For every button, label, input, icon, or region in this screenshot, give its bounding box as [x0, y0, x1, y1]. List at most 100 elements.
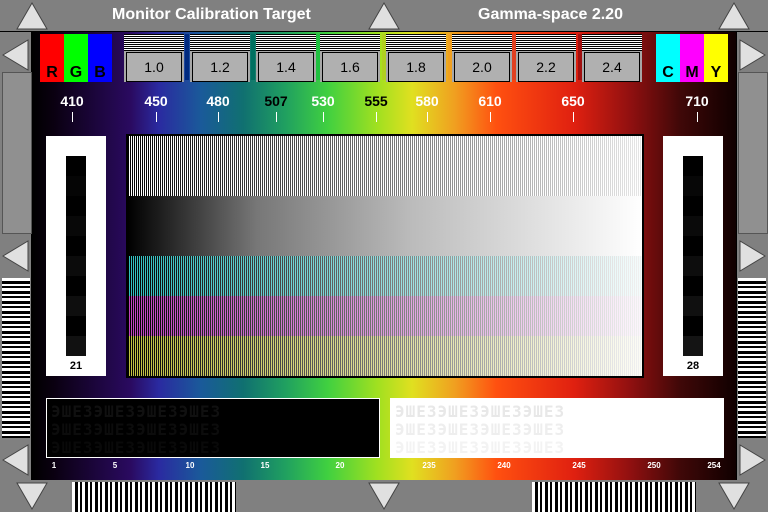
triangle-right-center — [739, 240, 766, 272]
wavelength-507: 507 — [264, 93, 288, 109]
gamma-box-2-0: 2.0 — [452, 34, 512, 82]
wavelength-tick — [376, 112, 377, 122]
dark-scale-label: 5 — [112, 461, 118, 470]
dark-scale-label: 15 — [260, 461, 270, 470]
gamma-tick — [512, 34, 516, 80]
gamma-space-label: Gamma-space 2.20 — [478, 6, 623, 23]
triangle-top-center — [368, 1, 400, 30]
triangle-left-lower — [2, 444, 29, 476]
wavelength-tick — [218, 112, 219, 122]
bottom-left-resolution-stripes — [72, 482, 236, 512]
light-scale-label: 245 — [572, 461, 586, 470]
gamma-box-1-2: 1.2 — [190, 34, 250, 82]
triangle-left-center — [2, 240, 29, 272]
light-scale-label: 254 — [707, 461, 721, 470]
light-glyph-row-2: ЭШЕЗ ЭШЕЗ ЭШЕЗ ЭШЕЗ — [395, 420, 566, 439]
wavelength-450: 450 — [144, 93, 168, 109]
left-dark-steps — [66, 156, 86, 356]
swatch-yellow-label: Y — [710, 64, 722, 81]
triangle-top-right — [718, 1, 750, 30]
left-panel-label: 21 — [69, 360, 83, 372]
gamma-tick — [578, 34, 582, 80]
gamma-box-1-8: 1.8 — [386, 34, 446, 82]
wavelength-610: 610 — [478, 93, 502, 109]
light-scale-label: 235 — [422, 461, 436, 470]
right-grey-block — [738, 72, 768, 234]
swatch-blue-label: B — [94, 64, 106, 81]
wavelength-tick — [276, 112, 277, 122]
gamma-tick — [251, 34, 255, 80]
wavelength-555: 555 — [364, 93, 388, 109]
gamma-label: 1.2 — [192, 52, 248, 82]
strip-bw-lines — [128, 136, 642, 196]
wavelength-tick — [156, 112, 157, 122]
swatch-green-label: G — [69, 64, 83, 81]
gamma-stripes — [320, 34, 380, 51]
wavelength-tick — [323, 112, 324, 122]
gamma-tick — [185, 34, 189, 80]
wavelength-580: 580 — [415, 93, 439, 109]
gamma-box-2-2: 2.2 — [516, 34, 576, 82]
triangle-bottom-left — [16, 482, 48, 511]
triangle-left-upper — [2, 39, 29, 71]
triangle-bottom-right — [718, 482, 750, 511]
swatch-red: R — [40, 34, 64, 82]
right-dark-steps — [683, 156, 703, 356]
triangle-top-left — [16, 1, 48, 30]
gamma-label: 1.4 — [258, 52, 314, 82]
triangle-right-lower — [739, 444, 766, 476]
dark-glyph-block: ЭШЕЗ ЭШЕЗ ЭШЕЗ ЭШЕЗ ЭШЕЗ ЭШЕЗ ЭШЕЗ ЭШЕЗ ЭШЕЗ ЭШ… — [46, 398, 380, 458]
wavelength-410: 410 — [60, 93, 84, 109]
wavelength-tick — [427, 112, 428, 122]
swatch-cyan: C — [656, 34, 680, 82]
strip-gray-gradient — [128, 196, 642, 256]
dark-glyph-row-1: ЭШЕЗ ЭШЕЗ ЭШЕЗ ЭШЕЗ — [51, 402, 222, 421]
right-resolution-stripes — [738, 278, 766, 438]
gamma-label: 2.0 — [454, 52, 510, 82]
gamma-tick — [316, 34, 320, 80]
light-glyph-block: ЭШЕЗ ЭШЕЗ ЭШЕЗ ЭШЕЗ ЭШЕЗ ЭШЕЗ ЭШЕЗ ЭШЕЗ ЭШЕЗ ЭШ… — [390, 398, 724, 458]
dark-scale-label: 1 — [51, 461, 57, 470]
wavelength-650: 650 — [561, 93, 585, 109]
light-scale-label: 240 — [497, 461, 511, 470]
gamma-tick — [448, 34, 452, 80]
swatch-yellow: Y — [704, 34, 728, 82]
gamma-stripes — [516, 34, 576, 51]
gamma-tick — [382, 34, 386, 80]
bottom-right-resolution-stripes — [532, 482, 696, 512]
gamma-box-1-0: 1.0 — [124, 34, 184, 82]
strip-yellow-lines — [128, 336, 642, 376]
dark-scale-label: 10 — [185, 461, 195, 470]
wavelength-710: 710 — [685, 93, 709, 109]
wavelength-tick — [490, 112, 491, 122]
swatch-red-label: R — [46, 64, 58, 81]
wavelength-tick — [697, 112, 698, 122]
left-resolution-stripes — [2, 278, 30, 438]
gamma-stripes — [386, 34, 446, 51]
gamma-box-1-6: 1.6 — [320, 34, 380, 82]
gamma-stripes — [452, 34, 512, 51]
gamma-stripes — [256, 34, 316, 51]
gamma-label: 1.0 — [126, 52, 182, 82]
calibration-target: Monitor Calibration Target Gamma-space 2… — [0, 0, 768, 512]
gamma-label: 2.2 — [518, 52, 574, 82]
dark-glyph-row-2: ЭШЕЗ ЭШЕЗ ЭШЕЗ ЭШЕЗ — [51, 420, 222, 439]
strip-magenta-lines — [128, 296, 642, 336]
gamma-label: 2.4 — [584, 52, 640, 82]
right-panel-label: 28 — [686, 360, 700, 372]
strip-cyan-lines — [128, 256, 642, 296]
triangle-bottom-center — [368, 482, 400, 511]
page-title: Monitor Calibration Target — [112, 6, 311, 23]
wavelength-tick — [72, 112, 73, 122]
swatch-green: G — [64, 34, 88, 82]
gamma-box-2-4: 2.4 — [582, 34, 642, 82]
gamma-label: 1.8 — [388, 52, 444, 82]
triangle-right-upper — [739, 39, 766, 71]
dark-scale-label: 20 — [335, 461, 345, 470]
gamma-stripes — [582, 34, 642, 51]
wavelength-480: 480 — [206, 93, 230, 109]
light-glyph-row-3: ЭШЕЗ ЭШЕЗ ЭШЕЗ ЭШЕЗ — [395, 438, 566, 457]
wavelength-530: 530 — [311, 93, 335, 109]
gamma-label: 1.6 — [322, 52, 378, 82]
right-contrast-panel: 28 — [663, 136, 723, 376]
